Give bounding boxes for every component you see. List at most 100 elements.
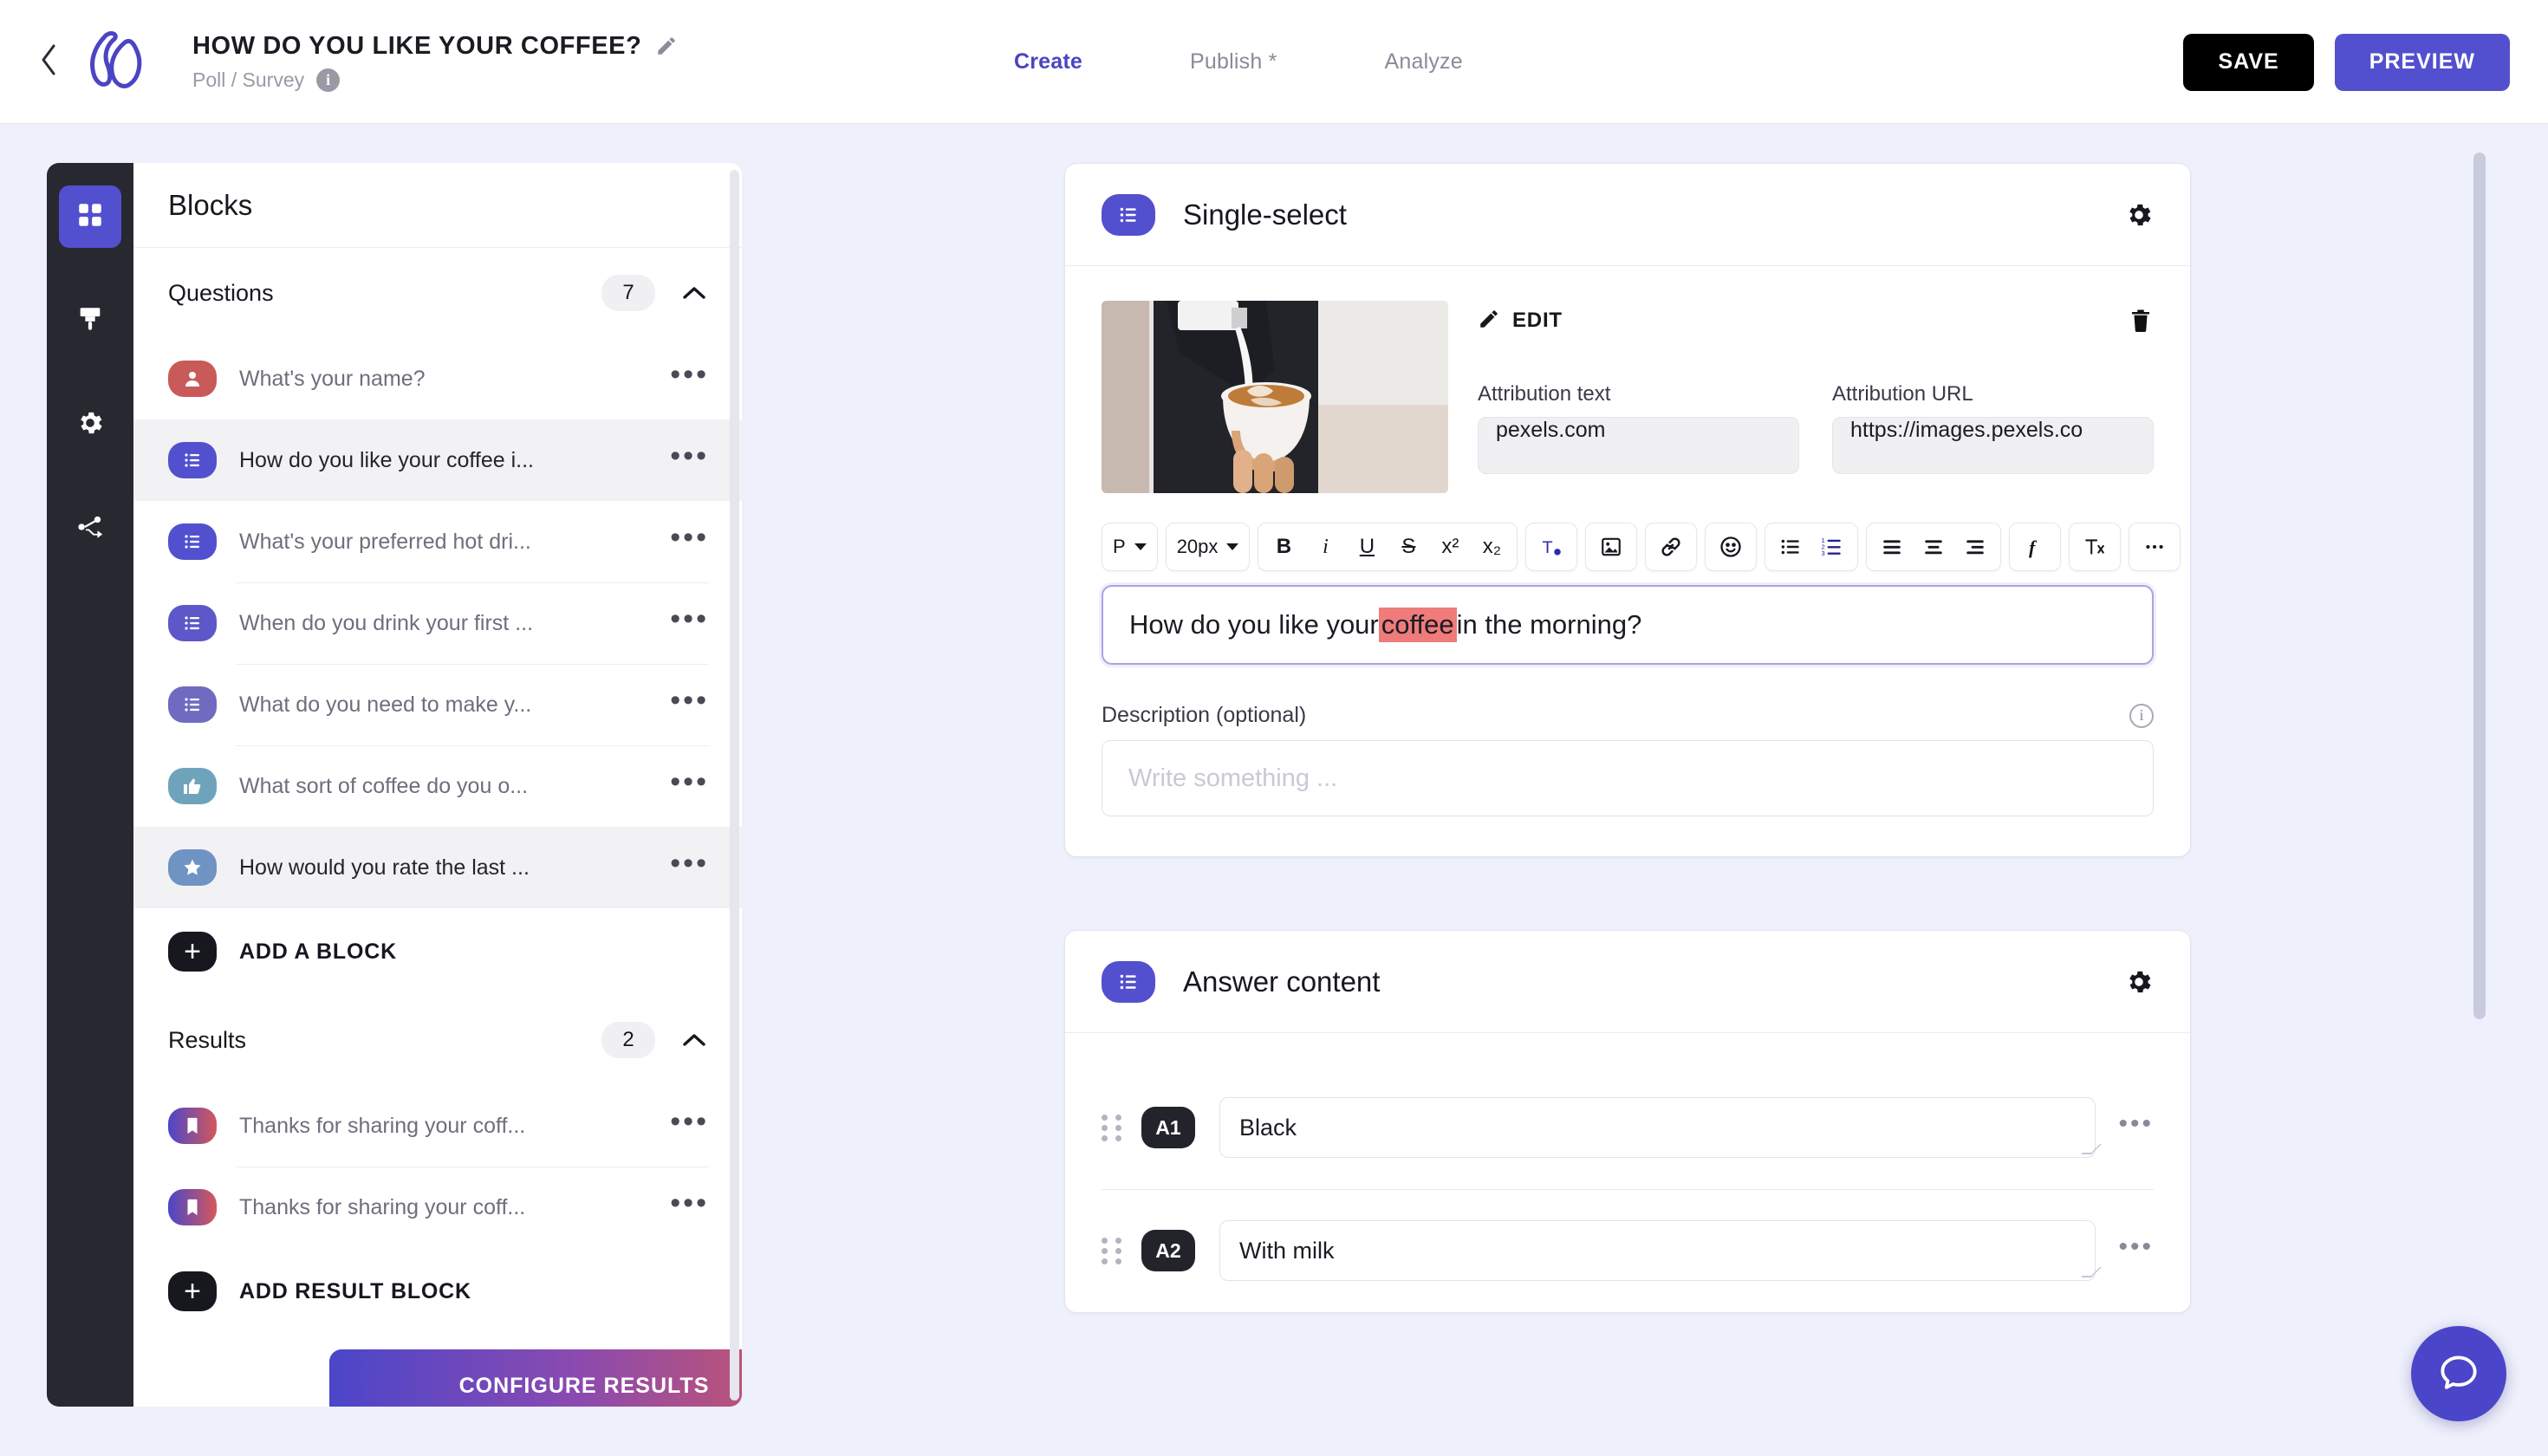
align-left-icon[interactable]: [1872, 527, 1912, 567]
configure-results-button[interactable]: CONFIGURE RESULTS: [329, 1349, 742, 1407]
answer-tag: A2: [1141, 1230, 1195, 1271]
underline-button[interactable]: U: [1347, 527, 1387, 567]
rail-item-blocks[interactable]: [59, 185, 121, 248]
description-label-row: Description (optional) i: [1102, 703, 2154, 728]
list-item[interactable]: Thanks for sharing your coff... •••: [133, 1085, 742, 1167]
chevron-up-icon[interactable]: [681, 1031, 707, 1049]
attribution-text-input[interactable]: pexels.com: [1478, 417, 1799, 474]
question-image[interactable]: [1102, 301, 1448, 493]
chevron-down-icon: [1134, 543, 1147, 550]
image-icon[interactable]: [1591, 527, 1631, 567]
rail-item-design[interactable]: [59, 289, 121, 352]
pencil-icon[interactable]: [655, 35, 678, 57]
save-button[interactable]: SAVE: [2183, 33, 2314, 91]
edit-image-button[interactable]: EDIT: [1478, 308, 1563, 335]
list-item[interactable]: What sort of coffee do you o... •••: [133, 745, 742, 827]
list-item[interactable]: What do you need to make y... •••: [133, 664, 742, 745]
more-horizontal-icon[interactable]: •••: [670, 360, 709, 389]
question-card-header: Single-select: [1065, 164, 2190, 266]
more-horizontal-icon[interactable]: •••: [670, 1188, 709, 1218]
alignment-group: [1866, 523, 2002, 571]
chevron-up-icon[interactable]: [681, 284, 707, 302]
rail-item-settings[interactable]: [59, 393, 121, 456]
list-icon: [168, 523, 217, 560]
more-horizontal-icon[interactable]: •••: [2118, 1111, 2154, 1137]
add-result-block-button[interactable]: + ADD RESULT BLOCK: [133, 1248, 742, 1335]
left-rail: [47, 163, 133, 1407]
list-item[interactable]: How would you rate the last ... •••: [133, 827, 742, 908]
list-item-label: How would you rate the last ...: [239, 855, 530, 880]
question-text-before: How do you like your: [1129, 609, 1379, 640]
more-horizontal-icon[interactable]: •••: [670, 441, 709, 471]
main-scrollbar[interactable]: [2473, 153, 2486, 1019]
link-icon[interactable]: [1651, 527, 1691, 567]
back-button[interactable]: [23, 43, 75, 81]
questions-count-badge: 7: [601, 275, 655, 311]
gear-icon[interactable]: [2124, 200, 2154, 230]
text-style-group: B i U S x² x₂: [1258, 523, 1518, 571]
align-center-icon[interactable]: [1914, 527, 1953, 567]
more-horizontal-icon[interactable]: •••: [670, 1107, 709, 1136]
add-a-block-button[interactable]: + ADD A BLOCK: [133, 908, 742, 995]
more-horizontal-icon[interactable]: •••: [670, 604, 709, 634]
more-horizontal-icon[interactable]: •••: [670, 686, 709, 715]
pencil-icon: [1478, 308, 1500, 335]
attribution-text-label: Attribution text: [1478, 382, 1611, 406]
clear-format-icon[interactable]: [2075, 527, 2115, 567]
rail-item-share[interactable]: [59, 497, 121, 560]
attribution-url-label: Attribution URL: [1832, 382, 1973, 406]
more-horizontal-icon[interactable]: •••: [2118, 1234, 2154, 1260]
resize-handle-icon[interactable]: [2081, 1144, 2103, 1154]
emoji-icon[interactable]: [1711, 527, 1751, 567]
tab-analyze[interactable]: Analyze: [1385, 49, 1463, 75]
attribution-text-group: Attribution text pexels.com: [1478, 382, 1799, 474]
list-item[interactable]: How do you like your coffee i... •••: [133, 419, 742, 501]
drag-handle-icon[interactable]: [1102, 1114, 1124, 1141]
resize-handle-icon[interactable]: [2081, 1267, 2103, 1277]
trash-icon[interactable]: [2128, 308, 2154, 334]
info-icon[interactable]: i: [316, 68, 341, 92]
emoji-group: [1705, 523, 1758, 571]
list-item[interactable]: What's your name? •••: [133, 338, 742, 419]
more-horizontal-icon[interactable]: •••: [670, 848, 709, 878]
list-item[interactable]: When do you drink your first ... •••: [133, 582, 742, 664]
questions-section-title: Questions: [168, 279, 274, 306]
description-input[interactable]: Write something ...: [1102, 740, 2154, 816]
question-text-input[interactable]: How do you like your coffee in the morni…: [1102, 585, 2154, 665]
insert-image-group: [1585, 523, 1638, 571]
chat-support-button[interactable]: [2411, 1326, 2506, 1421]
font-size-select[interactable]: 20px: [1172, 527, 1245, 567]
list-item[interactable]: What's your preferred hot dri... •••: [133, 501, 742, 582]
strikethrough-button[interactable]: S: [1388, 527, 1428, 567]
attribution-url-input[interactable]: https://images.pexels.co: [1832, 417, 2154, 474]
font-size-group: 20px: [1165, 523, 1251, 571]
brand-logo-icon[interactable]: [78, 22, 158, 101]
more-horizontal-icon[interactable]: •••: [670, 767, 709, 796]
answer-input[interactable]: Black: [1219, 1097, 2103, 1158]
text-color-icon[interactable]: T: [1531, 527, 1571, 567]
top-bar-actions: SAVE PREVIEW: [2183, 0, 2510, 124]
preview-button[interactable]: PREVIEW: [2334, 33, 2510, 91]
gear-icon[interactable]: [2124, 967, 2154, 997]
more-horizontal-icon[interactable]: [2135, 527, 2174, 567]
superscript-button[interactable]: x²: [1430, 527, 1470, 567]
drag-handle-icon[interactable]: [1102, 1237, 1124, 1264]
paragraph-style-select[interactable]: P: [1108, 527, 1152, 567]
blocks-panel-scrollbar[interactable]: [730, 170, 739, 1401]
bullet-list-icon[interactable]: [1771, 527, 1810, 567]
more-horizontal-icon[interactable]: •••: [670, 523, 709, 552]
formula-icon[interactable]: f: [2015, 527, 2055, 567]
questions-section-header: Questions 7: [133, 248, 742, 338]
results-section-title: Results: [168, 1026, 247, 1053]
numbered-list-icon[interactable]: 123: [1812, 527, 1852, 567]
subscript-button[interactable]: x₂: [1472, 527, 1511, 567]
clear-format-group: [2069, 523, 2122, 571]
italic-button[interactable]: i: [1305, 527, 1345, 567]
align-right-icon[interactable]: [1955, 527, 1995, 567]
info-icon[interactable]: i: [2129, 703, 2154, 728]
tab-create[interactable]: Create: [1014, 49, 1082, 75]
answer-input[interactable]: With milk: [1219, 1220, 2103, 1281]
tab-publish[interactable]: Publish *: [1190, 49, 1277, 75]
bold-button[interactable]: B: [1264, 527, 1303, 567]
list-item[interactable]: Thanks for sharing your coff... •••: [133, 1167, 742, 1248]
